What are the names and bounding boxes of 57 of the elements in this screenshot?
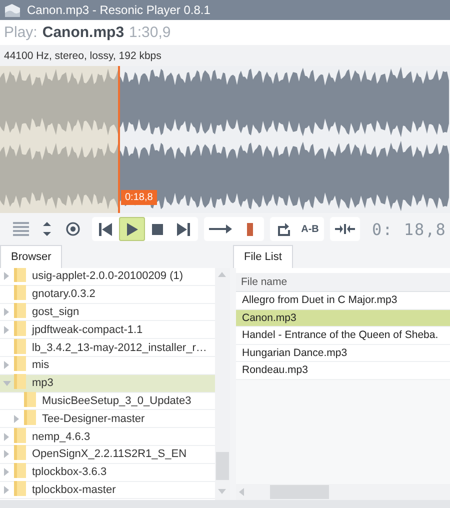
tab[interactable]: File List	[233, 245, 293, 268]
target-icon	[66, 221, 80, 237]
skip-next-icon	[177, 222, 191, 236]
file-row[interactable]: Handel - Entrance of the Queen of Sheba.	[236, 327, 450, 344]
split-arrows-icon	[335, 224, 355, 234]
play-label: Play:	[4, 24, 38, 41]
folder-item[interactable]: Tee-Designer-master	[0, 410, 215, 428]
scroll-down-icon	[218, 489, 226, 494]
tab[interactable]: Browser	[0, 245, 62, 268]
time-display: 0: 18,8	[372, 220, 446, 238]
folder-icon	[14, 480, 26, 496]
folder-icon	[14, 463, 26, 478]
folder-item[interactable]: jpdftweak-compact-1.1	[0, 321, 215, 340]
folder-icon	[14, 445, 26, 460]
window-title: Canon.mp3 - Resonic Player 0.8.1	[27, 3, 210, 17]
folder-icon	[14, 268, 26, 282]
folder-item[interactable]: gost_sign	[0, 304, 215, 322]
scroll-up-icon	[218, 272, 226, 277]
position-label: 0:18,8	[121, 190, 157, 205]
folder-icon	[14, 285, 26, 300]
file-row[interactable]: Hungarian Dance.mp3	[236, 344, 450, 362]
folder-item[interactable]: nemp_4.6.3	[0, 428, 215, 446]
file-name: Canon.mp3	[42, 24, 124, 41]
audio-info: 44100 Hz, stereo, lossy, 192 kbps	[4, 50, 162, 62]
repeat-icon	[276, 222, 292, 236]
folder-item[interactable]: tplockbox-3.6.3	[0, 464, 215, 482]
folder-item[interactable]: OpenSignX_2.2.11S2R1_S_EN	[0, 446, 215, 464]
folder-icon	[24, 410, 36, 425]
right-arrow-icon	[209, 223, 233, 235]
file-row[interactable]: Canon.mp3	[236, 310, 450, 327]
duration: 1:30,9	[129, 24, 171, 41]
folder-icon	[14, 338, 26, 354]
scroll-thumb[interactable]	[216, 452, 229, 480]
scroll-thumb[interactable]	[270, 485, 329, 499]
folder-icon	[14, 320, 26, 336]
folder-icon	[14, 303, 26, 318]
folder-item[interactable]: mp3	[0, 374, 215, 393]
folder-item[interactable]: tplockbox-master	[0, 482, 215, 500]
folder-icon	[14, 428, 26, 443]
folder-item[interactable]: MusicBeeSetup_3_0_Update3	[0, 392, 215, 410]
horizontal-scrollbar[interactable]	[236, 484, 450, 500]
folder-icon	[14, 356, 26, 372]
column-header[interactable]: File name	[236, 273, 450, 292]
up-down-arrows-icon	[42, 221, 52, 237]
folder-icon	[14, 374, 26, 390]
play-icon	[125, 222, 139, 236]
folder-item[interactable]: usig-applet-2.0.0-20100209 (1)	[0, 268, 215, 286]
skip-previous-icon	[99, 222, 113, 236]
folder-item[interactable]: gnotary.0.3.2	[0, 286, 215, 304]
folder-icon	[24, 392, 36, 407]
folder-item[interactable]: lb_3.4.2_13-may-2012_installer_r…	[0, 339, 215, 357]
bar-icon	[247, 222, 253, 236]
scroll-left-icon	[239, 488, 244, 496]
app-icon	[4, 2, 21, 18]
stop-icon	[151, 222, 165, 236]
play-button[interactable]	[119, 217, 145, 241]
list-icon	[13, 221, 29, 237]
